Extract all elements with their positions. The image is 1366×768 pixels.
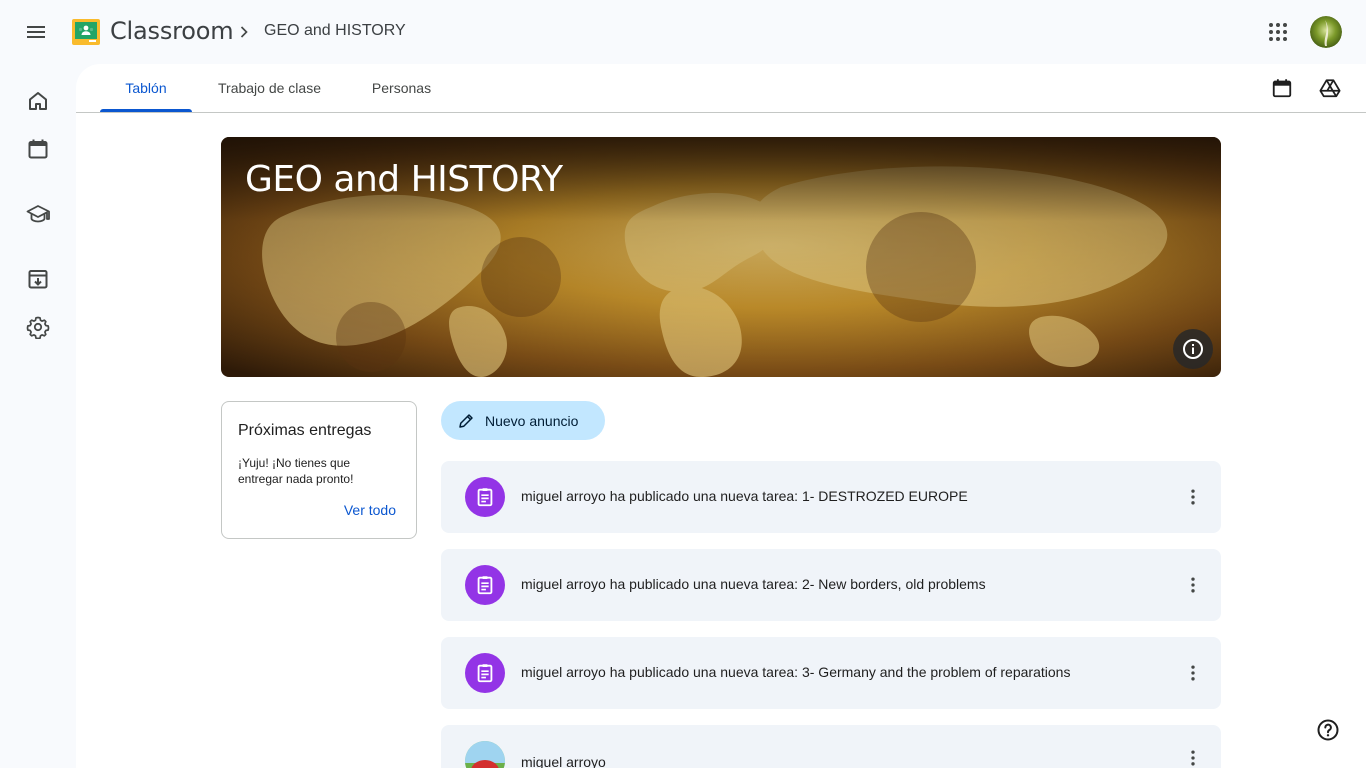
top-app-bar: Classroom GEO and HISTORY <box>0 0 1366 64</box>
view-all-link[interactable]: Ver todo <box>344 502 396 518</box>
tab-stream[interactable]: Tablón <box>100 64 192 112</box>
google-apps-button[interactable] <box>1258 12 1298 52</box>
main-menu-button[interactable] <box>16 12 56 52</box>
navigation-rail <box>0 64 76 768</box>
stream-item-more-button[interactable] <box>1173 745 1213 768</box>
nav-settings[interactable] <box>18 307 58 347</box>
breadcrumb-class-name[interactable]: GEO and HISTORY <box>264 22 406 40</box>
stream-item-text: miguel arroyo ha publicado una nueva tar… <box>521 576 986 592</box>
class-info-button[interactable] <box>1173 329 1213 369</box>
home-icon <box>29 92 47 110</box>
tab-classwork[interactable]: Trabajo de clase <box>204 64 335 112</box>
calendar-icon <box>28 139 48 159</box>
classroom-logo-icon[interactable] <box>72 19 100 45</box>
drive-icon <box>1319 79 1341 98</box>
class-banner: GEO and HISTORY <box>221 137 1221 377</box>
apps-grid-icon <box>1269 23 1287 41</box>
breadcrumb-separator <box>234 20 254 44</box>
help-button[interactable] <box>1308 710 1348 750</box>
class-calendar-button[interactable] <box>1262 68 1302 108</box>
stream-item-more-button[interactable] <box>1173 477 1213 517</box>
stream-item-author: miguel arroyo <box>521 754 606 768</box>
chevron-right-icon <box>240 26 248 38</box>
more-vert-icon <box>1191 489 1195 505</box>
upcoming-empty-message: ¡Yuju! ¡No tienes que entregar nada pron… <box>238 456 354 486</box>
class-title: GEO and HISTORY <box>245 159 563 200</box>
stream-item-text: miguel arroyo ha publicado una nueva tar… <box>521 488 968 504</box>
assignment-icon <box>465 565 505 605</box>
stream-item-text: miguel arroyo ha publicado una nueva tar… <box>521 664 1071 680</box>
settings-icon <box>26 316 50 339</box>
pencil-icon <box>459 413 473 428</box>
more-vert-icon <box>1191 750 1195 766</box>
stream-item[interactable]: miguel arroyo ha publicado una nueva tar… <box>441 461 1221 533</box>
class-stream-panel: Tablón Trabajo de clase Personas GEO and… <box>76 64 1366 768</box>
app-name-link[interactable]: Classroom <box>110 17 234 45</box>
user-avatar <box>465 741 505 768</box>
nav-home[interactable] <box>18 81 58 121</box>
class-drive-folder-button[interactable] <box>1310 68 1350 108</box>
new-announcement-label: Nuevo anuncio <box>485 412 579 429</box>
upcoming-title: Próximas entregas <box>238 422 372 439</box>
account-avatar[interactable] <box>1310 16 1342 48</box>
menu-icon <box>27 26 45 38</box>
more-vert-icon <box>1191 577 1195 593</box>
help-icon <box>1317 719 1339 741</box>
stream-item-more-button[interactable] <box>1173 653 1213 693</box>
stream-item[interactable]: miguel arroyo <box>441 725 1221 768</box>
stream-item[interactable]: miguel arroyo ha publicado una nueva tar… <box>441 549 1221 621</box>
tab-people[interactable]: Personas <box>359 64 444 112</box>
nav-archived-classes[interactable] <box>18 259 58 299</box>
archive-icon <box>28 270 48 289</box>
calendar-icon <box>1272 79 1292 98</box>
assignment-icon <box>465 477 505 517</box>
upcoming-work-card: Próximas entregas ¡Yuju! ¡No tienes que … <box>221 401 417 539</box>
new-announcement-button[interactable]: Nuevo anuncio <box>441 401 605 440</box>
info-icon <box>1183 339 1203 359</box>
nav-calendar[interactable] <box>18 129 58 169</box>
stream-item[interactable]: miguel arroyo ha publicado una nueva tar… <box>441 637 1221 709</box>
class-tabs: Tablón Trabajo de clase Personas <box>76 64 1366 113</box>
more-vert-icon <box>1191 665 1195 681</box>
nav-enrolled-classes[interactable] <box>18 194 58 234</box>
graduation-cap-icon <box>26 205 50 223</box>
stream-item-more-button[interactable] <box>1173 565 1213 605</box>
assignment-icon <box>465 653 505 693</box>
